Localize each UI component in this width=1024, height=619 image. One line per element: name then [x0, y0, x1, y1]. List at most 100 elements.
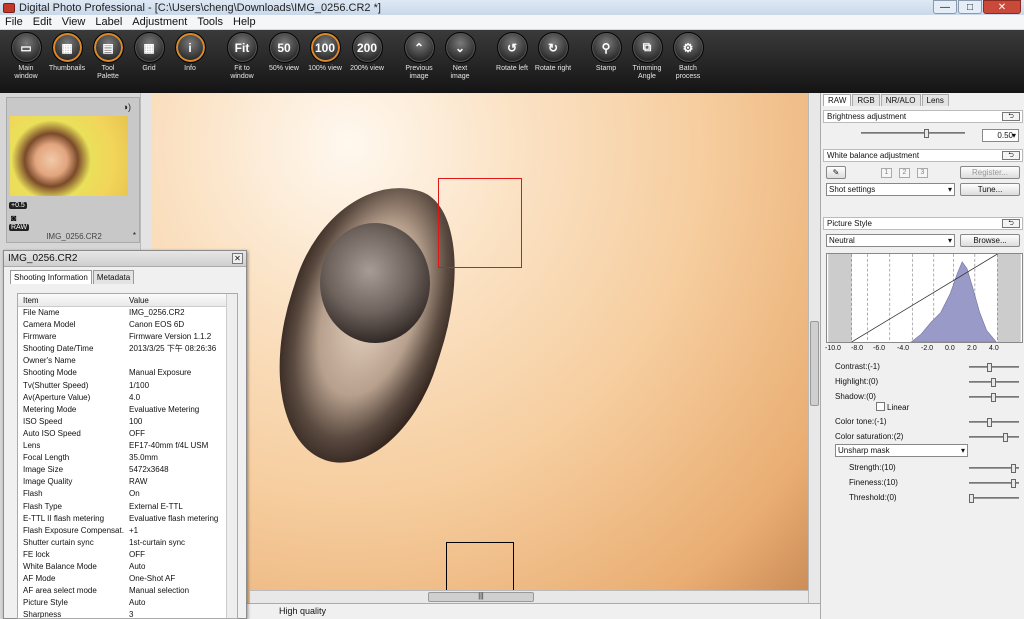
toolbar-button-grid[interactable]: ▦ Grid — [129, 32, 169, 73]
table-row[interactable]: Flash Type External E-TTL — [18, 501, 237, 513]
highlight-slider[interactable] — [969, 378, 1019, 387]
white-balance-select[interactable]: Shot settings — [826, 183, 955, 196]
info-close-icon[interactable]: ✕ — [232, 253, 243, 264]
picture-style-reset-icon[interactable]: ⮌ — [1002, 219, 1020, 228]
info-table-scrollbar[interactable] — [226, 294, 237, 618]
toolbar-button-trimming-angle[interactable]: ⧉ Trimming Angle — [627, 32, 667, 81]
menu-view[interactable]: View — [57, 16, 91, 28]
table-row[interactable]: White Balance Mode Auto — [18, 561, 237, 573]
tab-lens[interactable]: Lens — [921, 94, 949, 106]
toolbar-button-previous-image[interactable]: ⌃ Previous image — [399, 32, 439, 81]
contrast-knob[interactable] — [987, 363, 992, 372]
toolbar-button-thumbnails[interactable]: ▦ Thumbnails — [47, 32, 87, 73]
picture-style-select[interactable]: Neutral — [826, 234, 955, 247]
minimize-button[interactable]: — — [933, 0, 957, 14]
viewer-vertical-scrollbar[interactable] — [808, 93, 820, 603]
eyedropper-icon[interactable]: ✎ — [826, 166, 846, 179]
toolbar-button-rotate-right[interactable]: ↻ Rotate right — [533, 32, 573, 73]
table-row[interactable]: Lens EF17-40mm f/4L USM — [18, 440, 237, 452]
thumbnail-image[interactable] — [10, 116, 128, 196]
table-row[interactable]: Av(Aperture Value) 4.0 — [18, 392, 237, 404]
brightness-knob[interactable] — [924, 129, 929, 138]
toolbar-button-rotate-left[interactable]: ↺ Rotate left — [492, 32, 532, 73]
thumbnail-star[interactable]: * — [133, 231, 136, 240]
table-row[interactable]: Flash On — [18, 488, 237, 500]
strength-knob[interactable] — [1011, 464, 1016, 473]
fineness-knob[interactable] — [1011, 479, 1016, 488]
shadow-knob[interactable] — [991, 393, 996, 402]
table-row[interactable]: Shooting Mode Manual Exposure — [18, 367, 237, 379]
close-button[interactable]: ✕ — [983, 0, 1021, 14]
toolbar-button-zoom-50[interactable]: 50 50% view — [264, 32, 304, 73]
threshold-slider[interactable] — [969, 494, 1019, 503]
tab-metadata[interactable]: Metadata — [92, 270, 135, 284]
white-balance-reset-icon[interactable]: ⮌ — [1002, 151, 1020, 160]
table-row[interactable]: Picture Style Auto — [18, 597, 237, 609]
table-row[interactable]: Focal Length 35.0mm — [18, 452, 237, 464]
toolbar-button-next-image[interactable]: ⌄ Next image — [440, 32, 480, 81]
tune-button[interactable]: Tune... — [960, 183, 1020, 196]
table-row[interactable]: Flash Exposure Compensat... +1 — [18, 525, 237, 537]
wb-preset-2-button[interactable]: 2 — [899, 168, 910, 178]
tab-nr-alo[interactable]: NR/ALO — [880, 94, 921, 106]
toolbar-button-tool-palette[interactable]: ▤ Tool Palette — [88, 32, 128, 81]
tab-shooting-information[interactable]: Shooting Information — [10, 270, 92, 284]
viewer-horizontal-scrollbar[interactable]: ||| — [250, 590, 808, 603]
sharpness-mode-select[interactable]: Unsharp mask — [835, 444, 968, 457]
toolbar-button-zoom-100[interactable]: 100 100% view — [305, 32, 345, 73]
wb-preset-3-button[interactable]: 3 — [917, 168, 928, 178]
tab-raw[interactable]: RAW — [823, 94, 852, 106]
table-row[interactable]: File Name IMG_0256.CR2 — [18, 307, 237, 319]
table-row[interactable]: Owner's Name — [18, 355, 237, 367]
table-row[interactable]: Shutter curtain sync 1st-curtain sync — [18, 537, 237, 549]
toolbar-button-main-window[interactable]: ▭ Main window — [6, 32, 46, 81]
table-row[interactable]: Tv(Shutter Speed) 1/100 — [18, 380, 237, 392]
table-row[interactable]: AF Mode One-Shot AF — [18, 573, 237, 585]
register-button[interactable]: Register... — [960, 166, 1020, 179]
table-row[interactable]: Metering Mode Evaluative Metering — [18, 404, 237, 416]
tone-curve-histogram[interactable] — [826, 253, 1023, 343]
image-viewer[interactable] — [152, 93, 808, 603]
horizontal-scroll-thumb[interactable]: ||| — [428, 592, 534, 602]
menu-tools[interactable]: Tools — [192, 16, 228, 28]
vertical-scroll-thumb[interactable] — [810, 321, 819, 406]
brightness-reset-icon[interactable]: ⮌ — [1002, 112, 1020, 121]
toolbar-button-fit-to-window[interactable]: Fit Fit to window — [222, 32, 262, 81]
toolbar-button-info[interactable]: i Info — [170, 32, 210, 73]
toolbar-button-batch-process[interactable]: ⚙ Batch process — [668, 32, 708, 81]
browse-button[interactable]: Browse... — [960, 234, 1020, 247]
table-row[interactable]: ISO Speed 100 — [18, 416, 237, 428]
color-tone-slider[interactable] — [969, 418, 1019, 427]
brightness-value[interactable]: 0.50 — [982, 129, 1019, 142]
thumbnail-card[interactable]: ◑) +0.5 ◙ RAW IMG_0256.CR2 * — [6, 97, 140, 243]
color-saturation-knob[interactable] — [1003, 433, 1008, 442]
menu-label[interactable]: Label — [90, 16, 127, 28]
strength-slider[interactable] — [969, 464, 1019, 473]
column-item[interactable]: Item — [18, 294, 124, 306]
toolbar-button-stamp[interactable]: ⚲ Stamp — [586, 32, 626, 73]
table-row[interactable]: Image Quality RAW — [18, 476, 237, 488]
shadow-slider[interactable] — [969, 393, 1019, 402]
table-row[interactable]: AF area select mode Manual selection — [18, 585, 237, 597]
table-row[interactable]: Sharpness 3 — [18, 609, 237, 618]
table-row[interactable]: E-TTL II flash metering Evaluative flash … — [18, 513, 237, 525]
wb-preset-1-button[interactable]: 1 — [881, 168, 892, 178]
color-tone-knob[interactable] — [987, 418, 992, 427]
contrast-slider[interactable] — [969, 363, 1019, 372]
table-row[interactable]: Auto ISO Speed OFF — [18, 428, 237, 440]
brightness-slider[interactable] — [861, 129, 965, 138]
table-row[interactable]: FE lock OFF — [18, 549, 237, 561]
table-row[interactable]: Firmware Firmware Version 1.1.2 — [18, 331, 237, 343]
threshold-knob[interactable] — [969, 494, 974, 503]
table-row[interactable]: Camera Model Canon EOS 6D — [18, 319, 237, 331]
menu-file[interactable]: File — [0, 16, 28, 28]
linear-checkbox[interactable] — [876, 402, 885, 411]
column-value[interactable]: Value — [124, 294, 154, 306]
menu-edit[interactable]: Edit — [28, 16, 57, 28]
toolbar-button-zoom-200[interactable]: 200 200% view — [347, 32, 387, 73]
menu-adjustment[interactable]: Adjustment — [127, 16, 192, 28]
highlight-knob[interactable] — [991, 378, 996, 387]
table-row[interactable]: Image Size 5472x3648 — [18, 464, 237, 476]
table-row[interactable]: Shooting Date/Time 2013/3/25 下午 08:26:36 — [18, 343, 237, 355]
color-saturation-slider[interactable] — [969, 433, 1019, 442]
